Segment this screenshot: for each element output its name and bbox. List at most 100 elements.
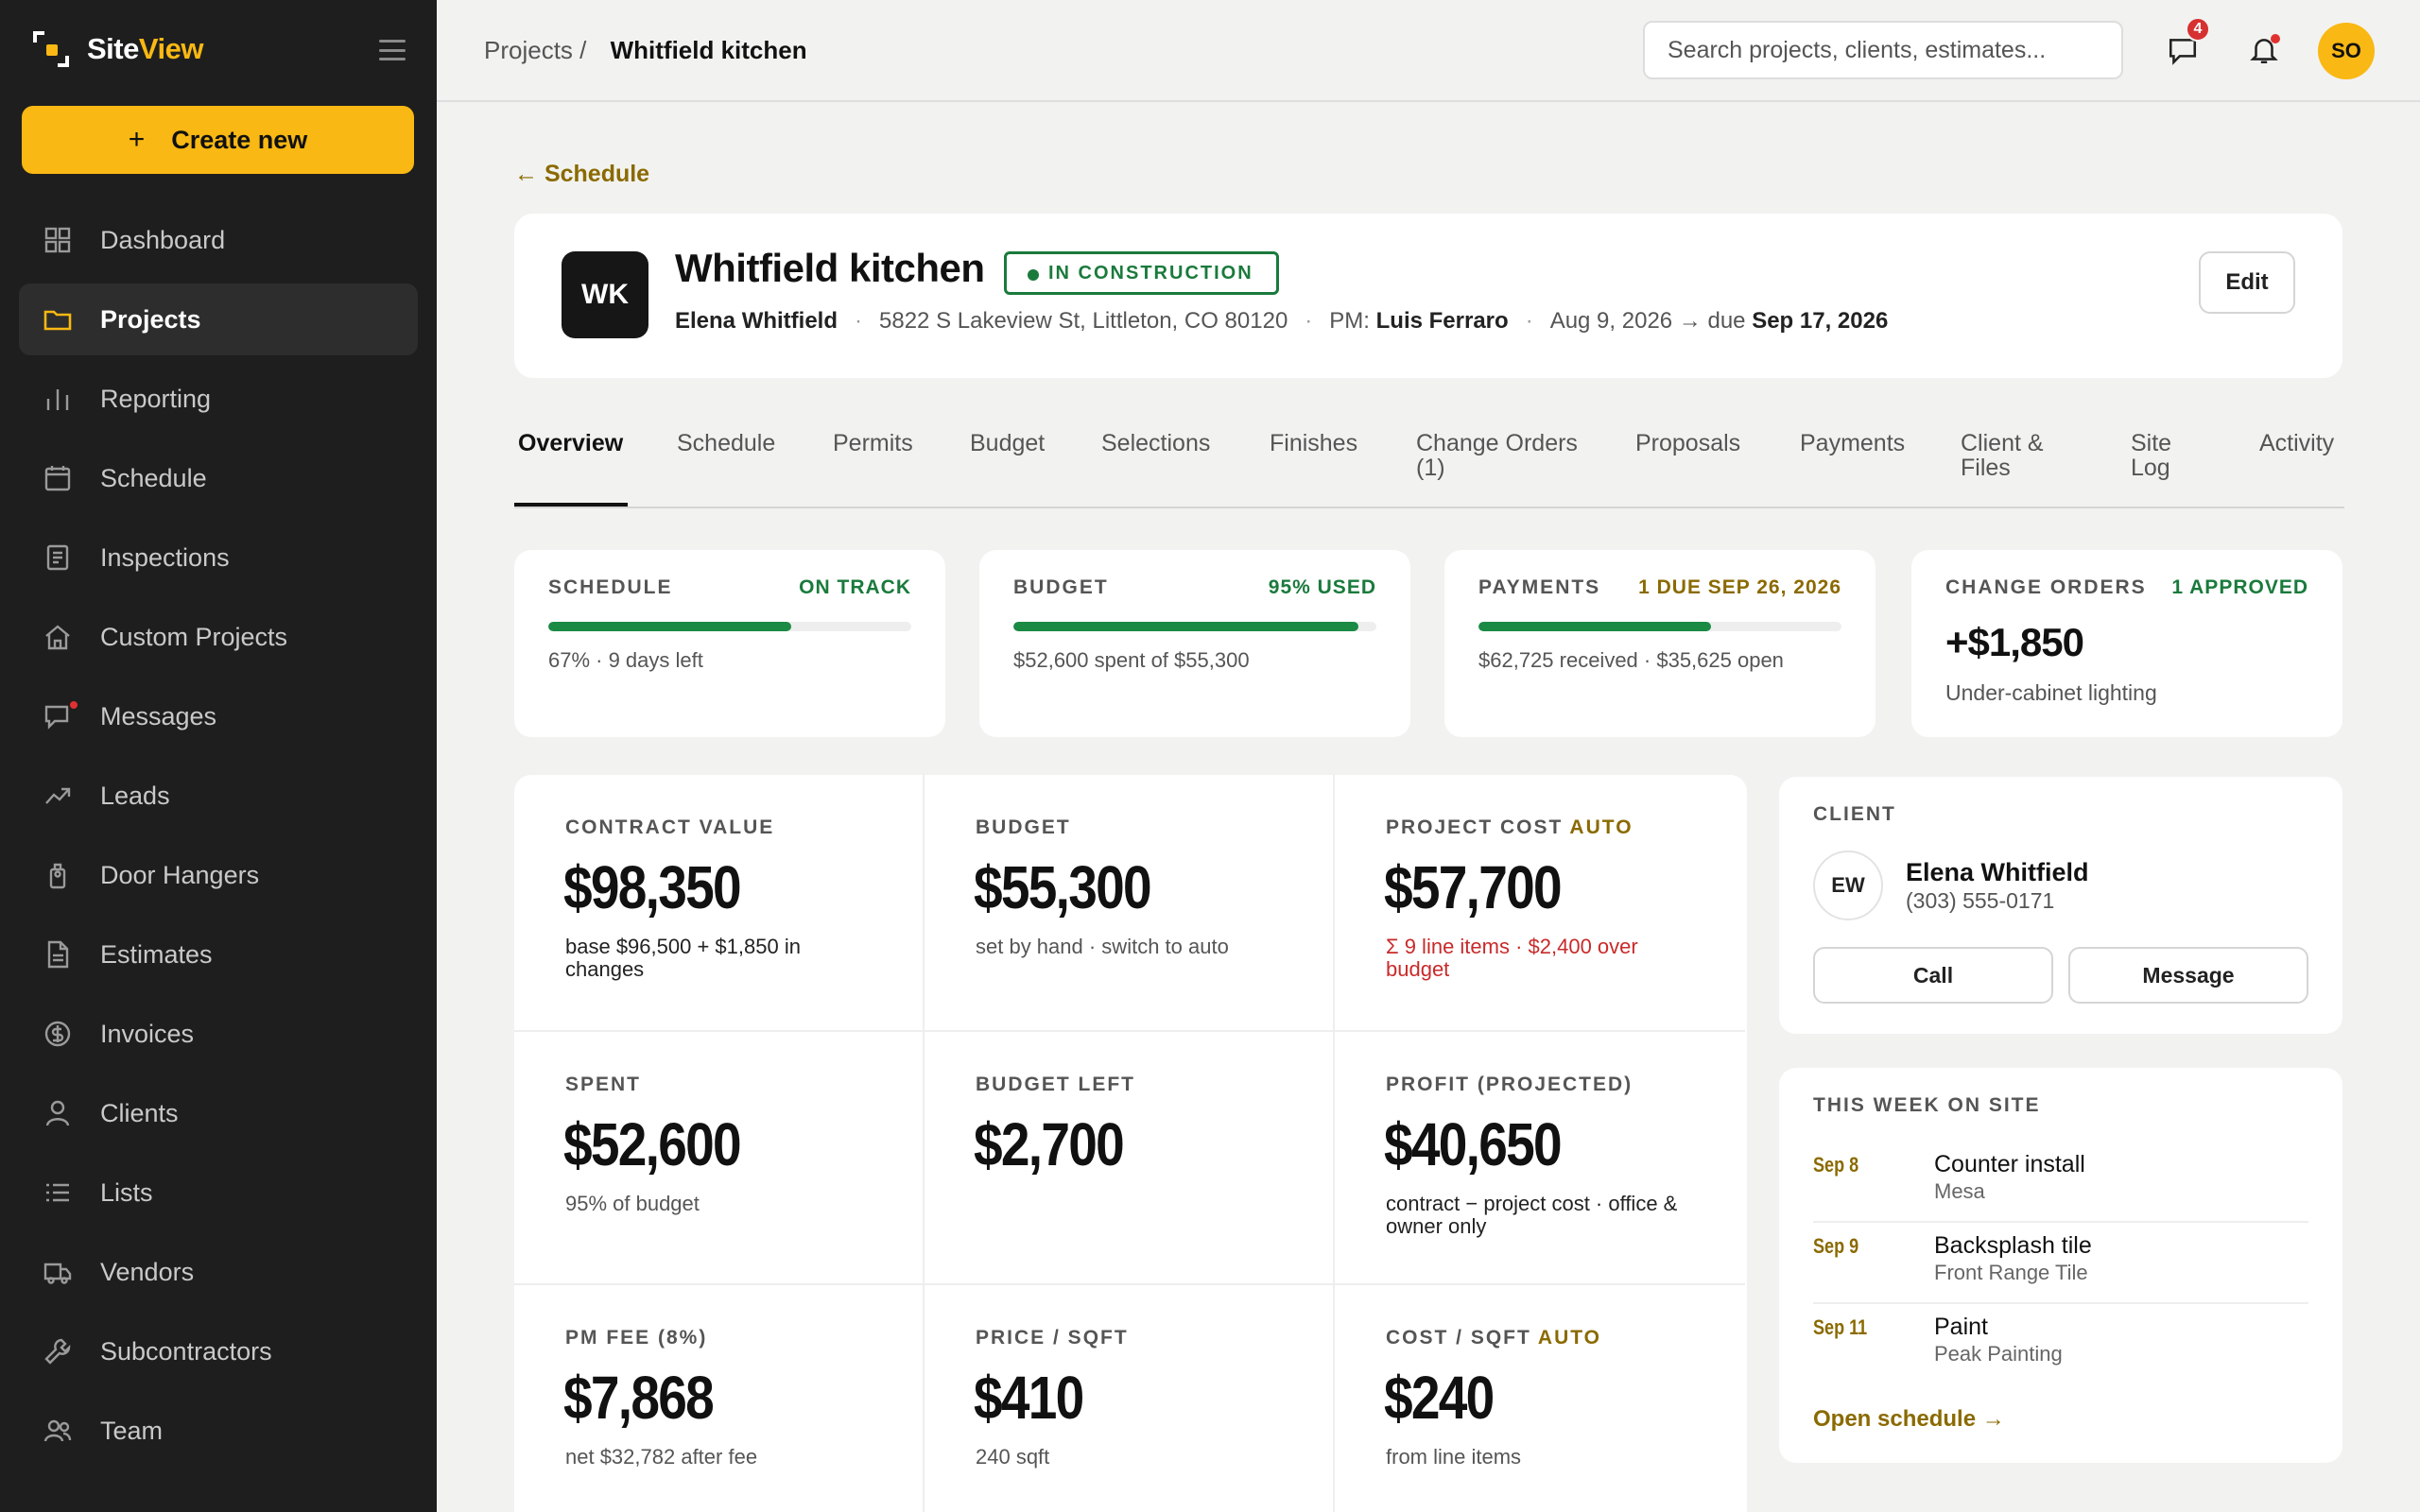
sidebar-item-custom-projects[interactable]: Custom Projects (19, 601, 418, 673)
tab-schedule[interactable]: Schedule (677, 431, 775, 455)
message-button[interactable]: Message (2068, 947, 2308, 1004)
sidebar-item-dashboard[interactable]: Dashboard (19, 204, 418, 276)
siteview-logo-icon (32, 30, 70, 68)
call-button[interactable]: Call (1813, 947, 2053, 1004)
project-due-date: Sep 17, 2026 (1752, 308, 1889, 334)
sidebar-item-team[interactable]: Team (19, 1395, 418, 1467)
sidebar-item-messages[interactable]: Messages (19, 680, 418, 752)
client-name[interactable]: Elena Whitfield (1906, 858, 2089, 887)
card-status: 1 DUE SEP 26, 2026 (1638, 576, 1841, 598)
sidebar-item-schedule[interactable]: Schedule (19, 442, 418, 514)
sidebar-item-projects[interactable]: Projects (19, 284, 418, 355)
tab-permits[interactable]: Permits (833, 431, 913, 455)
item-date: Sep 9 (1813, 1234, 1859, 1258)
menu-toggle-icon[interactable] (376, 36, 408, 64)
auto-tag: AUTO (1569, 816, 1634, 838)
tab-budget[interactable]: Budget (970, 431, 1045, 455)
metric-note: 240 sqft (976, 1445, 1050, 1469)
tab-payments[interactable]: Payments (1800, 431, 1905, 455)
tab-activity[interactable]: Activity (2259, 431, 2334, 455)
metric-budget: BUDGET $55,300 set by hand · switch to a… (925, 775, 1335, 1032)
schedule-summary-card[interactable]: SCHEDULE ON TRACK 67% · 9 days left (514, 550, 945, 737)
item-task: Backsplash tile (1934, 1232, 2092, 1259)
sidebar-item-label: Reporting (100, 384, 212, 413)
list-item[interactable]: Sep 8 Counter install Mesa (1813, 1142, 2308, 1223)
tab-finishes[interactable]: Finishes (1270, 431, 1357, 455)
project-pm: Luis Ferraro (1375, 308, 1509, 334)
budget-progress-bar (1013, 622, 1376, 631)
sidebar-item-door-hangers[interactable]: Door Hangers (19, 839, 418, 911)
metric-note[interactable]: set by hand · switch to auto (976, 936, 1278, 958)
tab-change-orders[interactable]: Change Orders (1) (1416, 431, 1596, 480)
sidebar-item-label: Lists (100, 1177, 153, 1207)
house-icon (42, 621, 74, 653)
metric-note: 95% of budget (565, 1192, 700, 1215)
progress-fill (548, 622, 792, 631)
list-item[interactable]: Sep 11 Paint Peak Painting (1813, 1304, 2308, 1385)
list-icon (42, 1177, 74, 1209)
tag-icon (42, 859, 74, 891)
breadcrumb-projects-link[interactable]: Projects / (484, 36, 586, 64)
list-item[interactable]: Sep 9 Backsplash tile Front Range Tile (1813, 1223, 2308, 1304)
metric-contract-value: CONTRACT VALUE $98,350 base $96,500 + $1… (514, 775, 925, 1032)
metric-value: $55,300 (974, 853, 1152, 921)
item-date: Sep 11 (1813, 1315, 1868, 1339)
budget-summary-card[interactable]: BUDGET 95% USED $52,600 spent of $55,300 (979, 550, 1410, 737)
sidebar-item-reporting[interactable]: Reporting (19, 363, 418, 435)
edit-button[interactable]: Edit (2199, 251, 2295, 314)
change-orders-summary-card[interactable]: CHANGE ORDERS 1 APPROVED +$1,850 Under-c… (1911, 550, 2342, 737)
sidebar-item-label: Custom Projects (100, 622, 288, 651)
metric-spent: SPENT $52,600 95% of budget (514, 1032, 925, 1285)
payments-summary-card[interactable]: PAYMENTS 1 DUE SEP 26, 2026 $62,725 rece… (1444, 550, 1876, 737)
tab-proposals[interactable]: Proposals (1635, 431, 1740, 455)
active-tab-indicator (514, 503, 628, 507)
sidebar-nav: Dashboard Projects Reporting Schedule In… (19, 204, 418, 1474)
messages-icon[interactable]: 4 (2161, 17, 2210, 72)
sidebar-item-vendors[interactable]: Vendors (19, 1236, 418, 1308)
sidebar-item-estimates[interactable]: Estimates (19, 919, 418, 990)
open-schedule-link[interactable]: Open schedule → (1813, 1406, 2005, 1433)
sidebar-item-label: Estimates (100, 939, 213, 969)
tab-client-files[interactable]: Client & Files (1961, 431, 2065, 480)
document-icon (42, 938, 74, 971)
metric-value: $410 (974, 1364, 1084, 1432)
project-dates: Aug 9, 2026 → due (1549, 308, 1746, 334)
project-client[interactable]: Elena Whitfield (675, 308, 838, 334)
tab-site-log[interactable]: Site Log (2131, 431, 2187, 480)
financial-metrics-grid: CONTRACT VALUE $98,350 base $96,500 + $1… (514, 775, 1747, 1512)
project-meta: Elena Whitfield · 5822 S Lakeview St, Litt… (675, 308, 1889, 334)
bell-icon[interactable] (2242, 28, 2286, 72)
sidebar-item-label: Invoices (100, 1019, 195, 1048)
schedule-progress-bar (548, 622, 911, 631)
sidebar-item-label: Dashboard (100, 225, 226, 254)
sidebar-item-clients[interactable]: Clients (19, 1077, 418, 1149)
card-status: 1 APPROVED (2171, 576, 2308, 598)
sidebar-item-leads[interactable]: Leads (19, 760, 418, 832)
sidebar-item-invoices[interactable]: Invoices (19, 998, 418, 1070)
tab-overview[interactable]: Overview (518, 431, 623, 455)
item-crew: Mesa (1934, 1179, 1985, 1203)
sidebar-item-label: Subcontractors (100, 1336, 272, 1366)
item-date: Sep 8 (1813, 1153, 1859, 1177)
metric-label: CONTRACT VALUE (565, 816, 775, 838)
sidebar-item-inspections[interactable]: Inspections (19, 522, 418, 593)
back-to-schedule-link[interactable]: ← Schedule (514, 161, 649, 188)
tab-selections[interactable]: Selections (1101, 431, 1210, 455)
sidebar-item-subcontractors[interactable]: Subcontractors (19, 1315, 418, 1387)
user-avatar[interactable]: SO (2318, 23, 2375, 79)
metric-label: SPENT (565, 1074, 642, 1095)
card-status: ON TRACK (799, 576, 911, 598)
folder-icon (42, 303, 74, 335)
metric-profit-projected: PROFIT (PROJECTED) $40,650 contract − pr… (1335, 1032, 1745, 1285)
calendar-icon (42, 462, 74, 494)
sidebar-item-label: Vendors (100, 1257, 195, 1286)
sidebar-item-lists[interactable]: Lists (19, 1157, 418, 1228)
unread-dot (68, 699, 79, 711)
brand[interactable]: SiteView (32, 28, 203, 70)
card-note: 67% · 9 days left (548, 648, 703, 672)
create-new-button[interactable]: + Create new (22, 106, 414, 174)
search-input[interactable] (1643, 21, 2123, 79)
metric-note: contract − project cost · office & owner… (1386, 1192, 1678, 1238)
metric-label: PROJECT COST AUTO (1386, 816, 1634, 838)
project-tabs: Overview Schedule Permits Budget Selecti… (514, 427, 2344, 508)
